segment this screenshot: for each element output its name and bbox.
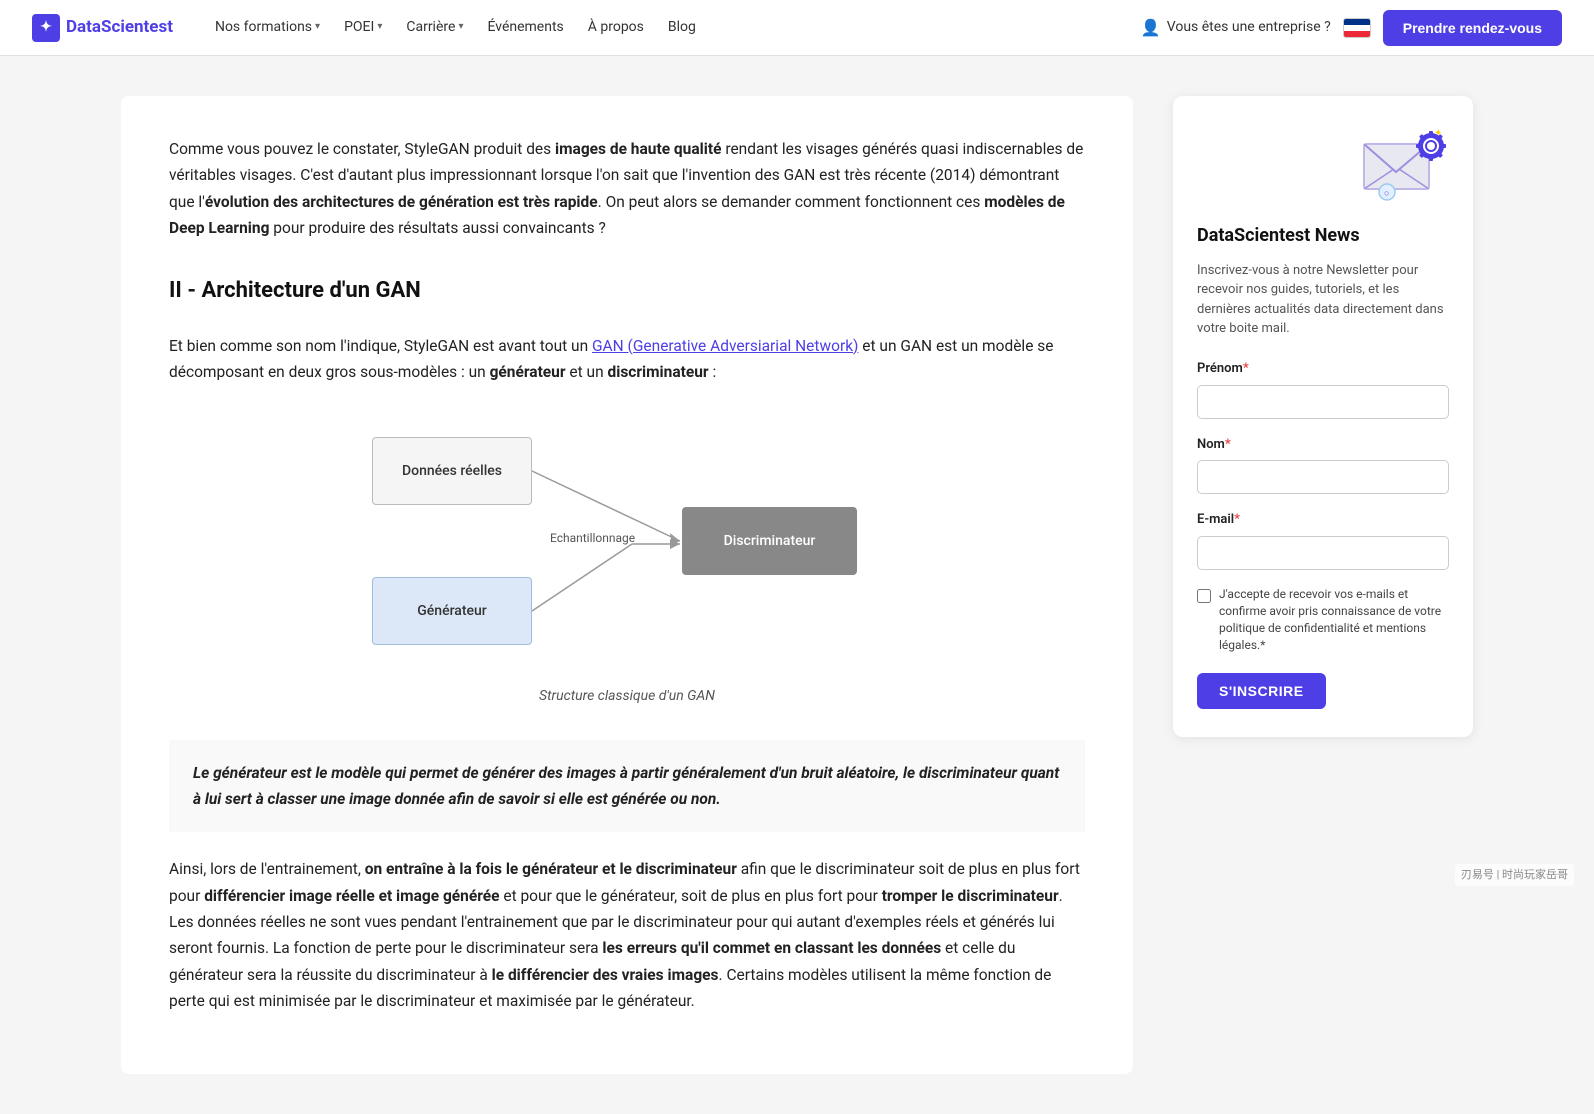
section-heading: II - Architecture d'un GAN — [169, 273, 1085, 316]
quote-block: Le générateur est le modèle qui permet d… — [169, 740, 1085, 833]
sidebar-card: ✦ ○ DataScientest News Inscrivez-vous à … — [1173, 96, 1473, 737]
echantillonnage-label: Echantillonnage — [550, 529, 635, 548]
diagram-caption: Structure classique d'un GAN — [539, 685, 715, 707]
sidebar: ✦ ○ DataScientest News Inscrivez-vous à … — [1173, 96, 1473, 1074]
main-content: Comme vous pouvez le constater, StyleGAN… — [121, 96, 1133, 1074]
nav-link-evenements[interactable]: Événements — [477, 10, 573, 44]
gan-diagram: Données réelles Générateur Discriminateu… — [317, 417, 937, 707]
cta-button[interactable]: Prendre rendez-vous — [1383, 10, 1562, 46]
form-group-email: E-mail* — [1197, 510, 1449, 570]
box-generateur: Générateur — [372, 577, 532, 645]
nom-label: Nom* — [1197, 435, 1449, 456]
form-group-prenom: Prénom* — [1197, 359, 1449, 419]
prenom-required: * — [1243, 361, 1249, 376]
subscribe-button[interactable]: S'INSCRIRE — [1197, 673, 1326, 709]
nav-link-apropos[interactable]: À propos — [578, 10, 654, 44]
sidebar-desc: Inscrivez-vous à notre Newsletter pour r… — [1197, 261, 1449, 339]
nav-link-formations[interactable]: Nos formations ▾ — [205, 10, 330, 44]
intro-paragraph: Comme vous pouvez le constater, StyleGAN… — [169, 136, 1085, 241]
nom-required: * — [1225, 437, 1231, 452]
nav-right: 👤 Vous êtes une entreprise ? Prendre ren… — [1141, 10, 1562, 46]
nav-link-blog[interactable]: Blog — [658, 10, 706, 44]
form-checkbox-row: J'accepte de recevoir vos e-mails et con… — [1197, 586, 1449, 653]
chevron-down-icon: ▾ — [458, 19, 463, 35]
page-layout: Comme vous pouvez le constater, StyleGAN… — [97, 56, 1497, 1114]
gan-link[interactable]: GAN (Generative Adversiarial Network) — [592, 337, 858, 355]
box-donnees: Données réelles — [372, 437, 532, 505]
navbar: ✦ DataScientest Nos formations ▾ POEI ▾ … — [0, 0, 1594, 56]
enterprise-icon: 👤 — [1141, 15, 1161, 41]
prenom-input[interactable] — [1197, 385, 1449, 419]
watermark: 刃易号 | 时尚玩家岳哥 — [1455, 864, 1574, 886]
body-paragraph: Ainsi, lors de l'entrainement, on entraî… — [169, 856, 1085, 1014]
consent-label: J'accepte de recevoir vos e-mails et con… — [1219, 586, 1449, 653]
enterprise-label: Vous êtes une entreprise ? — [1167, 16, 1331, 38]
chevron-down-icon: ▾ — [377, 19, 382, 35]
logo-icon: ✦ — [32, 14, 60, 42]
nom-input[interactable] — [1197, 460, 1449, 494]
form-group-nom: Nom* — [1197, 435, 1449, 495]
logo-text: DataScientest — [66, 14, 173, 41]
email-required: * — [1234, 512, 1240, 527]
email-input[interactable] — [1197, 536, 1449, 570]
chevron-down-icon: ▾ — [315, 19, 320, 35]
prenom-label: Prénom* — [1197, 359, 1449, 380]
section-paragraph: Et bien comme son nom l'indique, StyleGA… — [169, 333, 1085, 386]
nav-link-carriere[interactable]: Carrière ▾ — [396, 10, 473, 44]
sidebar-icon-area: ✦ ○ — [1197, 124, 1449, 214]
consent-checkbox[interactable] — [1197, 589, 1211, 603]
box-discriminateur: Discriminateur — [682, 507, 857, 575]
nav-logo[interactable]: ✦ DataScientest — [32, 14, 173, 42]
nav-links: Nos formations ▾ POEI ▾ Carrière ▾ Événe… — [205, 10, 1133, 44]
nav-link-poei[interactable]: POEI ▾ — [334, 10, 392, 44]
sidebar-title: DataScientest News — [1197, 222, 1449, 251]
diagram-inner: Données réelles Générateur Discriminateu… — [352, 417, 902, 677]
svg-text:○: ○ — [1384, 189, 1389, 199]
french-flag[interactable] — [1343, 18, 1371, 38]
enterprise-link[interactable]: 👤 Vous êtes une entreprise ? — [1141, 15, 1331, 41]
email-label: E-mail* — [1197, 510, 1449, 531]
svg-text:✦: ✦ — [1434, 128, 1442, 139]
newsletter-icon: ✦ ○ — [1359, 124, 1449, 214]
